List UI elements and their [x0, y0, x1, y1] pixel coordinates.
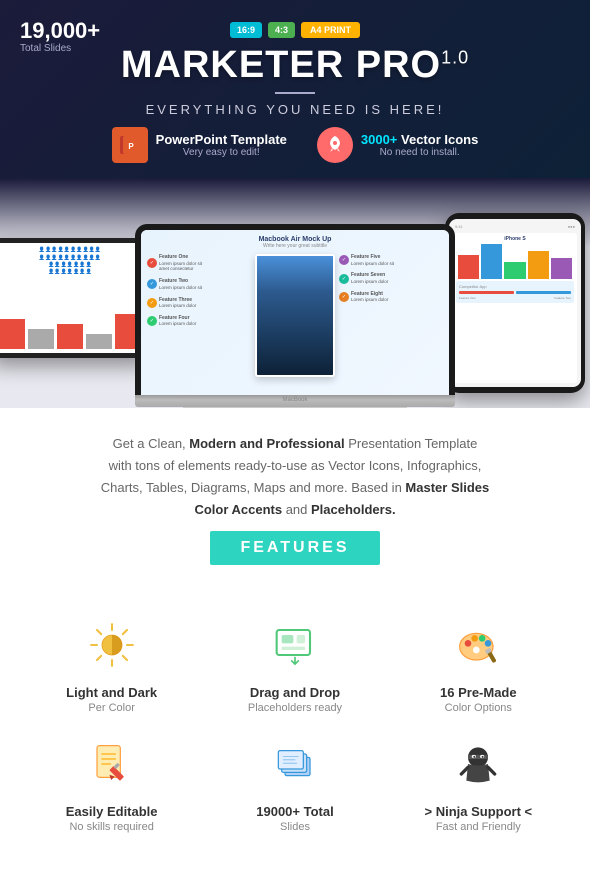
total-slides-title: 19000+ Total: [215, 804, 375, 819]
edit-icon-wrap: [82, 734, 142, 794]
features-banner: FEATURES: [30, 531, 560, 565]
laptop-inner: Macbook Air Mock Up Write here your grea…: [141, 230, 449, 395]
slides-number: 19,000+: [20, 20, 100, 42]
desc-line4: Charts, Tables, Diagrams, Maps and more.…: [101, 480, 406, 495]
svg-text:P: P: [128, 142, 134, 151]
icons-feature: 3000+ Vector Icons No need to install.: [317, 127, 478, 163]
ninja-icon-wrap: [448, 734, 508, 794]
features-row-2: Easily Editable No skills required 19000…: [20, 734, 570, 833]
desc-bold4: Placeholders.: [311, 502, 396, 517]
feature-support: > Ninja Support < Fast and Friendly: [398, 734, 558, 833]
badge-43: 4:3: [268, 22, 295, 38]
title-divider: [275, 92, 315, 94]
powerpoint-feature: P PowerPoint Template Very easy to edit!: [112, 127, 287, 163]
desc-bold1: Modern and Professional: [189, 436, 344, 451]
phone-outer: 9:41●●● iPhone S: [445, 213, 585, 393]
light-dark-sub: Per Color: [32, 702, 192, 714]
layers-icon-wrap: [265, 734, 325, 794]
editable-sub: No skills required: [32, 821, 192, 833]
powerpoint-icon: P: [112, 127, 148, 163]
slide-main-sub: Write here your great subtitle: [147, 243, 443, 249]
feature-total-slides: 19000+ Total Slides: [215, 734, 375, 833]
powerpoint-title: PowerPoint Template: [156, 132, 287, 147]
icons-title: 3000+ Vector Icons: [361, 132, 478, 147]
color-options-title: 16 Pre-Made: [398, 685, 558, 700]
features-grid: Light and Dark Per Color Drag and Drop P…: [0, 605, 590, 873]
feature-drag-drop: Drag and Drop Placeholders ready: [215, 615, 375, 714]
main-title: MARKETER PRO1.0 EVERYTHING YOU NEED IS H…: [20, 46, 570, 117]
device-phone: 9:41●●● iPhone S: [445, 213, 585, 393]
features-badge-label: FEATURES: [210, 531, 379, 565]
support-sub: Fast and Friendly: [398, 821, 558, 833]
desc-bold3: Color Accents: [194, 502, 282, 517]
support-title: > Ninja Support <: [398, 804, 558, 819]
desc-line1: Get a Clean,: [113, 436, 190, 451]
rocket-icon: [317, 127, 353, 163]
powerpoint-sub: Very easy to edit!: [156, 147, 287, 158]
drag-drop-sub: Placeholders ready: [215, 702, 375, 714]
devices-wrapper: 👤👤👤👤👤👤👤👤👤👤 👤👤👤👤👤👤👤👤👤👤 👤👤👤👤👤👤👤 👤👤👤👤👤👤👤: [0, 178, 590, 408]
top-section: 19,000+ Total Slides 16:9 4:3 A4 PRINT M…: [0, 0, 590, 178]
left-screen-outer: 👤👤👤👤👤👤👤👤👤👤 👤👤👤👤👤👤👤👤👤👤 👤👤👤👤👤👤👤 👤👤👤👤👤👤👤: [0, 238, 150, 358]
laptop-stand: [183, 407, 407, 408]
desc-line3: with tons of elements ready-to-use as Ve…: [109, 458, 482, 473]
format-badges: 16:9 4:3 A4 PRINT: [230, 22, 360, 38]
features-row-1: Light and Dark Per Color Drag and Drop P…: [20, 615, 570, 714]
product-features-row: P PowerPoint Template Very easy to edit!: [20, 127, 570, 163]
palette-icon-wrap: [448, 615, 508, 675]
powerpoint-text: PowerPoint Template Very easy to edit!: [156, 132, 287, 158]
tagline: EVERYTHING YOU NEED IS HERE!: [20, 102, 570, 117]
device-laptop: Macbook Air Mock Up Write here your grea…: [135, 224, 455, 408]
light-dark-title: Light and Dark: [32, 685, 192, 700]
color-options-sub: Color Options: [398, 702, 558, 714]
right-features: ✓ Feature FiveLorem ipsum dolor sit ✓ Fe…: [339, 254, 443, 377]
badge-169: 16:9: [230, 22, 262, 38]
laptop-base: [135, 395, 455, 407]
icons-sub: No need to install.: [361, 147, 478, 158]
drag-icon-wrap: [265, 615, 325, 675]
center-image: [255, 254, 335, 377]
laptop-screen: Macbook Air Mock Up Write here your grea…: [135, 224, 455, 395]
description-text: Get a Clean, Modern and Professional Pre…: [30, 433, 560, 521]
badge-a4: A4 PRINT: [301, 22, 360, 38]
desc-line2: Presentation Template: [345, 436, 478, 451]
feature-light-dark: Light and Dark Per Color: [32, 615, 192, 714]
feature-editable: Easily Editable No skills required: [32, 734, 192, 833]
left-features: ✓ Feature OneLorem ipsum dolor sitamet c…: [147, 254, 251, 377]
left-screen-inner: 👤👤👤👤👤👤👤👤👤👤 👤👤👤👤👤👤👤👤👤👤 👤👤👤👤👤👤👤 👤👤👤👤👤👤👤: [0, 243, 145, 353]
total-slides-sub: Slides: [215, 821, 375, 833]
icons-text: 3000+ Vector Icons No need to install.: [361, 132, 478, 158]
phone-inner: 9:41●●● iPhone S: [449, 219, 581, 387]
sun-icon-wrap: [82, 615, 142, 675]
mockup-section: 👤👤👤👤👤👤👤👤👤👤 👤👤👤👤👤👤👤👤👤👤 👤👤👤👤👤👤👤 👤👤👤👤👤👤👤: [0, 178, 590, 408]
device-left: 👤👤👤👤👤👤👤👤👤👤 👤👤👤👤👤👤👤👤👤👤 👤👤👤👤👤👤👤 👤👤👤👤👤👤👤: [0, 238, 150, 398]
drag-drop-title: Drag and Drop: [215, 685, 375, 700]
feature-color-options: 16 Pre-Made Color Options: [398, 615, 558, 714]
desc-bold2: Master Slides: [405, 480, 489, 495]
product-title: MARKETER PRO1.0: [20, 46, 570, 84]
description-section: Get a Clean, Modern and Professional Pre…: [0, 408, 590, 605]
slide-main-title: Macbook Air Mock Up: [147, 236, 443, 243]
editable-title: Easily Editable: [32, 804, 192, 819]
